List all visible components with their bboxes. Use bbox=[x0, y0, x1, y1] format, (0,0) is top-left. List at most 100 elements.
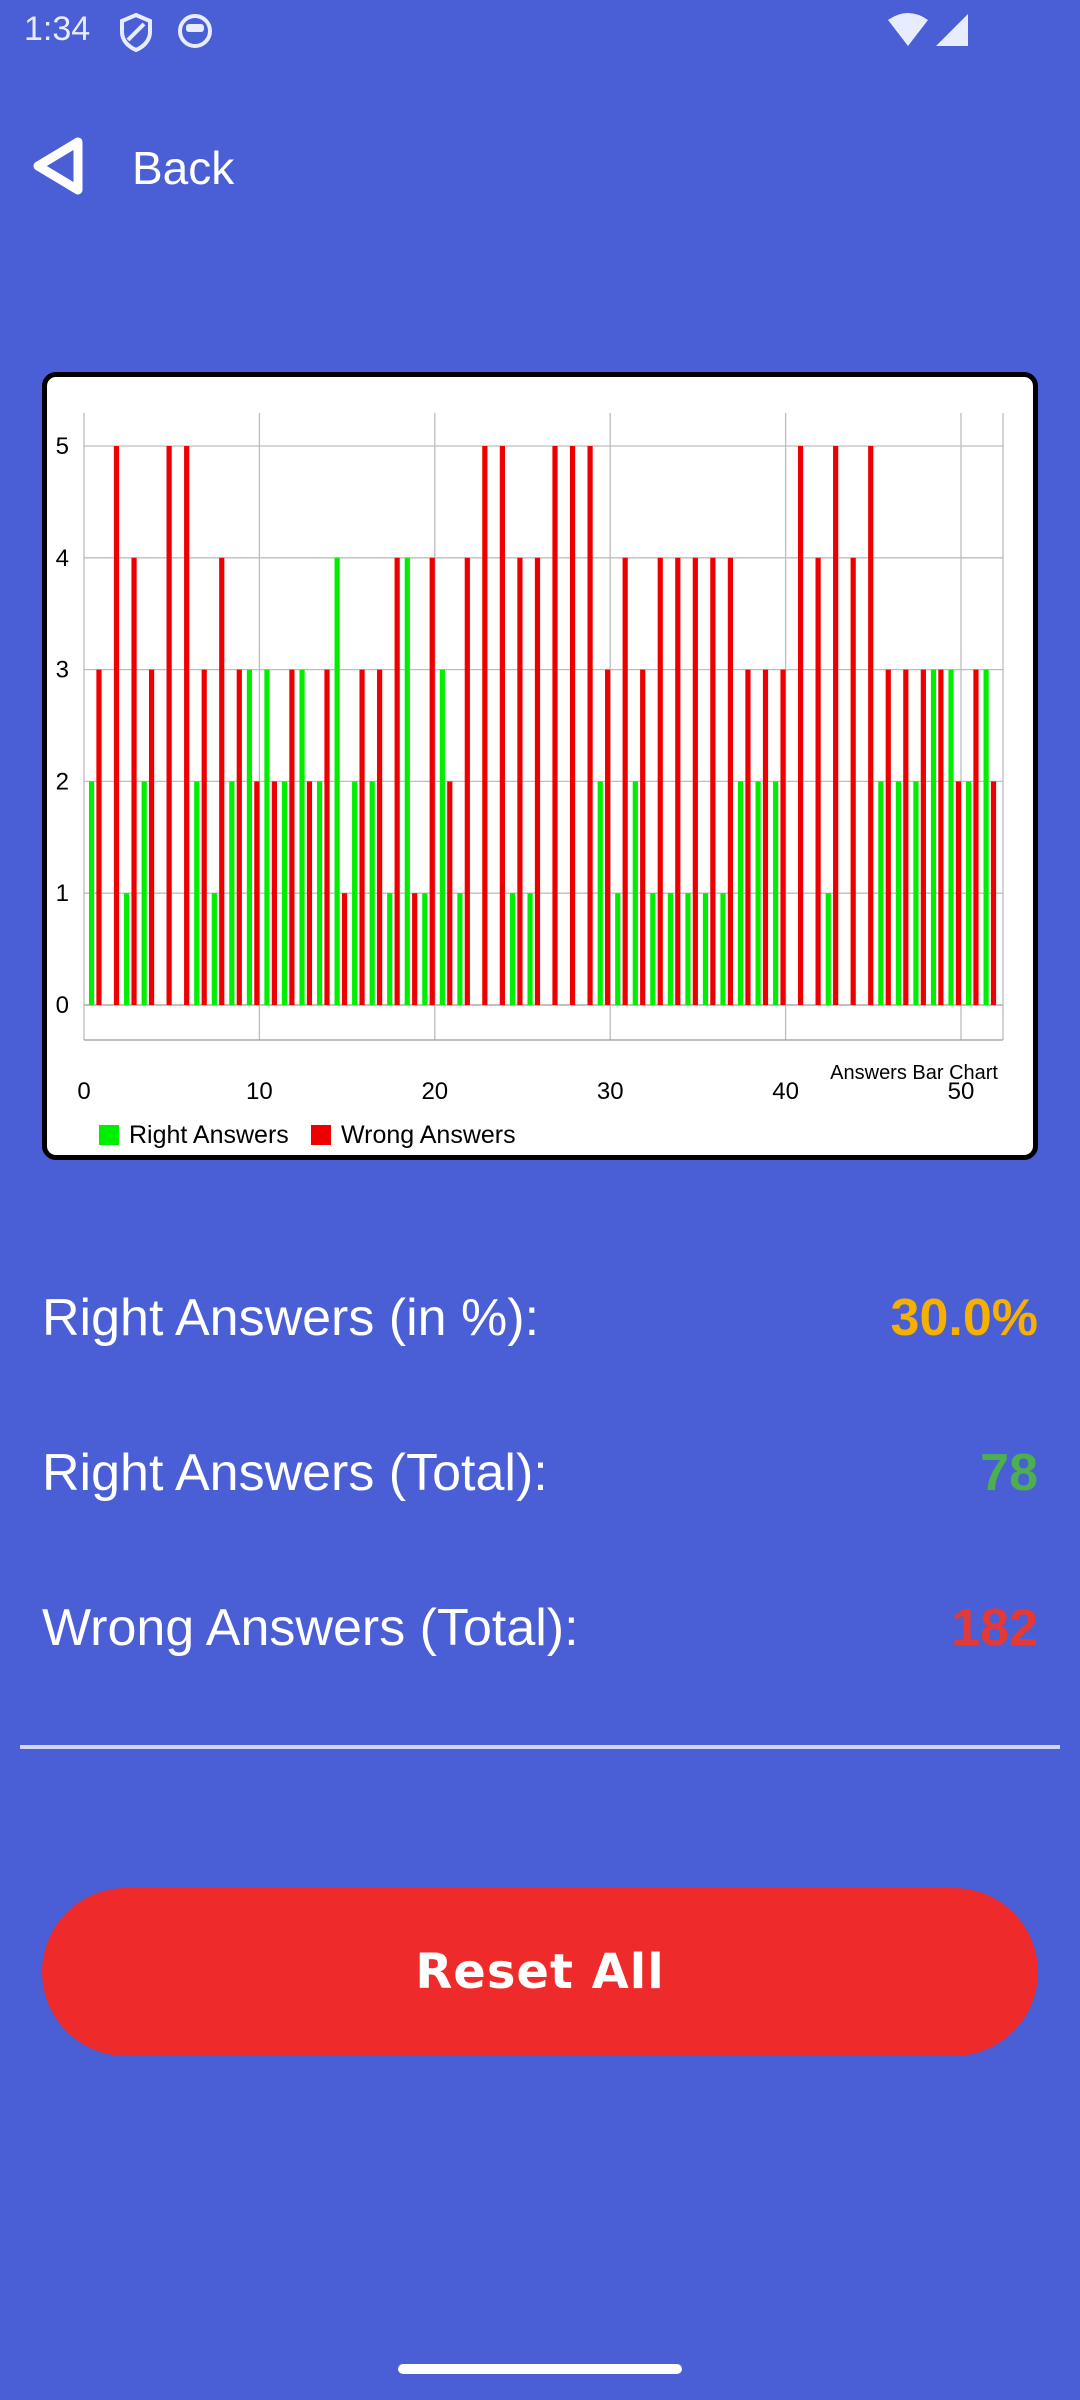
bar-wrong-answers bbox=[236, 669, 242, 1005]
bar-right-answers bbox=[404, 557, 410, 1005]
bar-wrong-answers bbox=[692, 557, 698, 1005]
back-button[interactable]: Back bbox=[30, 128, 350, 208]
bar-wrong-answers bbox=[815, 557, 821, 1005]
bar-wrong-answers bbox=[605, 669, 611, 1005]
bar-wrong-answers bbox=[131, 557, 137, 1005]
back-triangle-icon bbox=[30, 136, 90, 201]
bar-wrong-answers bbox=[359, 669, 365, 1005]
bar-wrong-answers bbox=[166, 446, 172, 1005]
bar-wrong-answers bbox=[429, 557, 435, 1005]
bar-right-answers bbox=[369, 781, 375, 1005]
bar-wrong-answers bbox=[464, 557, 470, 1005]
bar-wrong-answers bbox=[587, 446, 593, 1005]
legend-swatch-wrong bbox=[311, 1125, 331, 1145]
bar-right-answers bbox=[299, 669, 305, 1005]
bar-wrong-answers bbox=[552, 446, 558, 1005]
bar-right-answers bbox=[913, 781, 919, 1005]
bar-right-answers bbox=[439, 669, 445, 1005]
bar-right-answers bbox=[685, 893, 691, 1005]
legend-label-wrong: Wrong Answers bbox=[341, 1121, 516, 1149]
answers-bar-chart: 0 1 2 3 4 5 0 10 20 30 40 50 Answers Bar Chart Righ… bbox=[42, 372, 1038, 1160]
bar-wrong-answers bbox=[113, 446, 120, 1005]
y-tick-label: 4 bbox=[56, 545, 69, 572]
bar-right-answers bbox=[211, 893, 217, 1005]
reset-all-button[interactable]: Reset All bbox=[42, 1888, 1038, 2056]
bar-wrong-answers bbox=[657, 557, 663, 1005]
bar-wrong-answers bbox=[868, 446, 874, 1005]
bar-wrong-answers bbox=[797, 446, 804, 1005]
bar-wrong-answers bbox=[148, 669, 155, 1005]
status-time: 1:34 bbox=[24, 10, 91, 48]
bar-right-answers bbox=[737, 781, 744, 1005]
percent-value: 30.0% bbox=[890, 1289, 1038, 1347]
legend-swatch-right bbox=[99, 1125, 119, 1145]
bar-wrong-answers bbox=[254, 781, 260, 1005]
bar-wrong-answers bbox=[973, 669, 979, 1005]
bar-wrong-answers bbox=[780, 669, 786, 1005]
y-tick-label: 5 bbox=[56, 433, 69, 460]
bar-right-answers bbox=[878, 781, 884, 1005]
bar-right-answers bbox=[422, 893, 428, 1005]
bar-wrong-answers bbox=[622, 557, 628, 1005]
y-tick-label: 3 bbox=[56, 657, 69, 684]
bar-wrong-answers bbox=[938, 669, 944, 1005]
wrong-total-value: 182 bbox=[951, 1599, 1038, 1657]
wifi-icon bbox=[886, 12, 930, 53]
x-tick-label: 20 bbox=[421, 1078, 448, 1105]
chart-canvas: 0123450 10 20 30 40 50 Answers Bar Chart Righ… bbox=[56, 413, 1004, 1149]
bar-right-answers bbox=[597, 781, 603, 1005]
bar-wrong-answers bbox=[990, 781, 997, 1005]
bar-wrong-answers bbox=[903, 669, 909, 1005]
robot-face-icon bbox=[176, 12, 214, 55]
bar-wrong-answers bbox=[727, 557, 734, 1005]
bar-wrong-answers bbox=[289, 669, 295, 1005]
percent-label: Right Answers (in %): bbox=[42, 1289, 540, 1347]
right-total-value: 78 bbox=[980, 1444, 1038, 1502]
shield-icon bbox=[118, 12, 154, 57]
bar-wrong-answers bbox=[955, 781, 962, 1005]
bar-wrong-answers bbox=[447, 781, 453, 1005]
bar-right-answers bbox=[895, 781, 902, 1005]
bar-right-answers bbox=[948, 669, 954, 1005]
bar-right-answers bbox=[387, 893, 393, 1005]
bar-right-answers bbox=[667, 893, 673, 1005]
x-tick-label: 10 bbox=[246, 1078, 273, 1105]
bar-wrong-answers bbox=[324, 669, 330, 1005]
back-label: Back bbox=[132, 142, 235, 194]
bar-right-answers bbox=[229, 781, 235, 1005]
bar-wrong-answers bbox=[184, 446, 190, 1005]
bar-wrong-answers bbox=[710, 557, 716, 1005]
bar-wrong-answers bbox=[569, 446, 576, 1005]
bar-right-answers bbox=[509, 893, 516, 1005]
bar-wrong-answers bbox=[201, 669, 207, 1005]
bar-right-answers bbox=[983, 669, 989, 1005]
x-tick-label: 40 bbox=[772, 1078, 799, 1105]
bar-wrong-answers bbox=[640, 669, 646, 1005]
home-indicator[interactable] bbox=[398, 2364, 682, 2374]
bar-right-answers bbox=[825, 893, 831, 1005]
bar-right-answers bbox=[930, 669, 937, 1005]
bar-right-answers bbox=[281, 781, 288, 1005]
x-tick-label: 30 bbox=[597, 1078, 624, 1105]
bar-wrong-answers bbox=[499, 446, 505, 1005]
legend-label-right: Right Answers bbox=[129, 1121, 289, 1149]
bar-wrong-answers bbox=[675, 557, 681, 1005]
bar-right-answers bbox=[316, 781, 323, 1005]
divider bbox=[20, 1745, 1060, 1749]
bar-right-answers bbox=[88, 781, 95, 1005]
stat-row-percent: Right Answers (in %): 30.0% bbox=[42, 1278, 1038, 1358]
bar-wrong-answers bbox=[96, 669, 102, 1005]
chart-description: Answers Bar Chart bbox=[830, 1062, 998, 1084]
bar-wrong-answers bbox=[341, 893, 348, 1005]
y-tick-label: 1 bbox=[56, 880, 69, 907]
bar-wrong-answers bbox=[412, 893, 418, 1005]
bar-wrong-answers bbox=[850, 557, 856, 1005]
bar-wrong-answers bbox=[394, 557, 400, 1005]
bar-right-answers bbox=[334, 557, 340, 1005]
bar-wrong-answers bbox=[762, 669, 769, 1005]
bar-right-answers bbox=[352, 781, 358, 1005]
bar-right-answers bbox=[141, 781, 147, 1005]
bar-right-answers bbox=[720, 893, 726, 1005]
chart-legend: Right Answers Wrong Answers bbox=[99, 1121, 516, 1149]
bar-right-answers bbox=[755, 781, 761, 1005]
